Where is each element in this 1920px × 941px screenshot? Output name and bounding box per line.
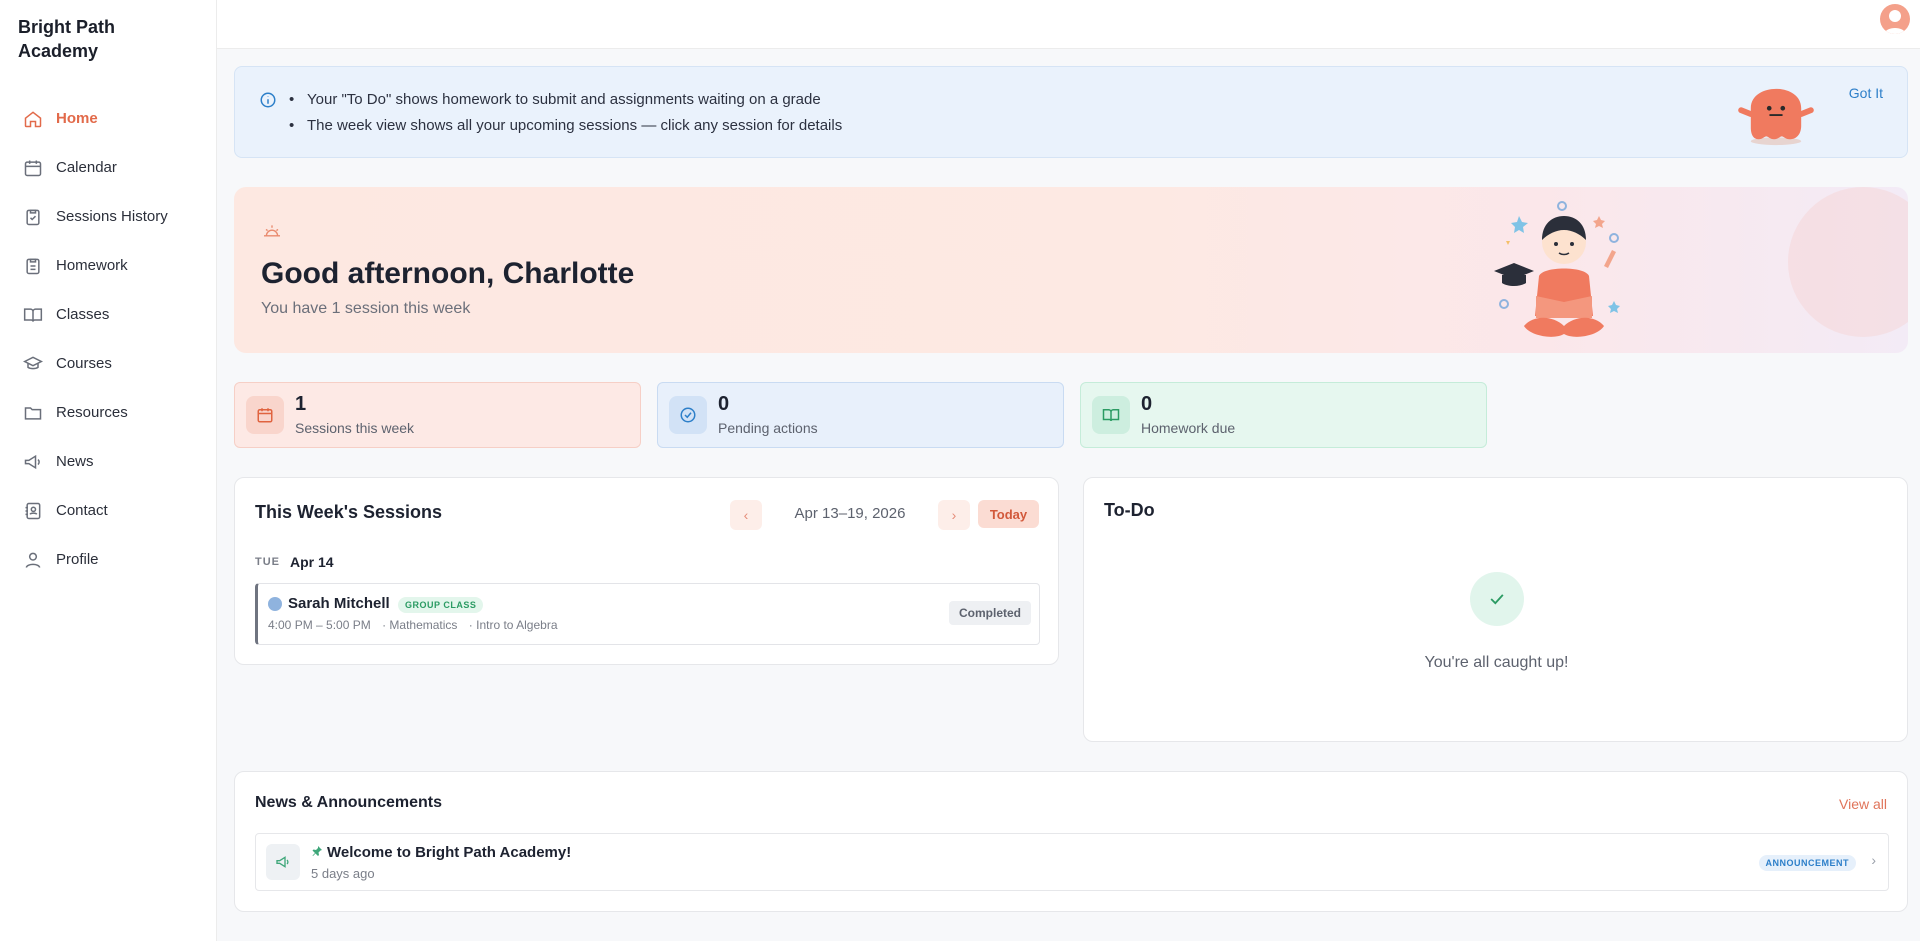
greeting-subtitle: You have 1 session this week [261, 300, 471, 317]
card-title: News & Announcements [255, 794, 442, 811]
got-it-button[interactable]: Got It [1849, 85, 1883, 101]
megaphone-icon [22, 451, 44, 473]
sidebar: Bright Path Academy Home Calendar Sessio… [0, 0, 217, 941]
stat-label: Homework due [1141, 420, 1236, 436]
day-header: TUE Apr 14 [255, 554, 334, 570]
hero-banner: Good afternoon, Charlotte You have 1 ses… [234, 187, 1908, 353]
info-list: Your "To Do" shows homework to submit an… [287, 87, 842, 139]
day-of-week: TUE [255, 556, 280, 568]
empty-state-text: You're all caught up! [1424, 654, 1569, 671]
mascot-illustration [1738, 88, 1814, 146]
previous-week-button[interactable]: ‹ [730, 500, 762, 530]
book-icon [1092, 396, 1130, 434]
greeting-title: Good afternoon, Charlotte [261, 257, 635, 290]
week-date-range: Apr 13–19, 2026 [794, 505, 906, 522]
sidebar-item-home[interactable]: Home [0, 94, 217, 143]
sidebar-item-resources[interactable]: Resources [0, 388, 217, 437]
folder-icon [22, 402, 44, 424]
sidebar-item-sessions-history[interactable]: Sessions History [0, 192, 217, 241]
this-weeks-sessions-card: This Week's Sessions ‹ Apr 13–19, 2026 ›… [234, 477, 1059, 665]
sidebar-item-label: Homework [56, 257, 128, 274]
stat-pending-actions: 0 Pending actions [657, 382, 1064, 448]
news-card: News & Announcements View all Welcome to… [234, 771, 1908, 912]
stat-value: 0 [1141, 393, 1153, 415]
view-all-link[interactable]: View all [1839, 796, 1887, 812]
sidebar-item-news[interactable]: News [0, 437, 217, 486]
megaphone-icon [266, 844, 300, 880]
top-bar [217, 0, 1920, 49]
sidebar-item-label: Contact [56, 502, 108, 519]
chevron-left-icon: ‹ [743, 507, 749, 523]
sidebar-item-label: Classes [56, 306, 110, 323]
sidebar-item-label: Home [56, 110, 98, 127]
check-circle-icon [669, 396, 707, 434]
session-time: 4:00 PM – 5:00 PM [268, 618, 371, 632]
info-bullet: The week view shows all your upcoming se… [287, 113, 842, 139]
graduation-cap-icon [22, 353, 44, 375]
info-banner: Your "To Do" shows homework to submit an… [234, 66, 1908, 158]
session-subject: · Mathematics [382, 618, 458, 632]
session-type-badge: GROUP CLASS [398, 597, 484, 613]
stat-label: Pending actions [718, 420, 818, 436]
home-icon [22, 108, 44, 130]
check-icon [1470, 572, 1524, 626]
clipboard-icon [22, 255, 44, 277]
sunrise-icon [262, 223, 282, 244]
user-icon [22, 549, 44, 571]
calendar-icon [22, 157, 44, 179]
sidebar-item-label: Resources [56, 404, 128, 421]
session-status-badge: Completed [948, 601, 1031, 625]
news-age: 5 days ago [311, 866, 375, 881]
sidebar-item-courses[interactable]: Courses [0, 339, 217, 388]
avatar[interactable] [1880, 4, 1910, 34]
sidebar-nav: Home Calendar Sessions History Homework … [0, 94, 217, 584]
sidebar-item-classes[interactable]: Classes [0, 290, 217, 339]
clipboard-check-icon [22, 206, 44, 228]
day-date: Apr 14 [290, 554, 334, 570]
news-title: Welcome to Bright Path Academy! [327, 844, 572, 861]
student-reading-illustration [1494, 201, 1620, 337]
stat-sessions-this-week: 1 Sessions this week [234, 382, 641, 448]
today-button[interactable]: Today [978, 500, 1039, 528]
decorative-circle [1788, 187, 1908, 337]
info-bullet: Your "To Do" shows homework to submit an… [287, 87, 842, 113]
card-title: This Week's Sessions [255, 502, 443, 522]
next-week-button[interactable]: › [938, 500, 970, 530]
session-topic: · Intro to Algebra [468, 618, 558, 632]
pin-icon [311, 845, 323, 860]
sidebar-item-contact[interactable]: Contact [0, 486, 217, 535]
contact-book-icon [22, 500, 44, 522]
sidebar-item-calendar[interactable]: Calendar [0, 143, 217, 192]
stat-label: Sessions this week [295, 420, 415, 436]
brand-name: Bright Path Academy [18, 17, 115, 61]
sidebar-item-label: Calendar [56, 159, 117, 176]
news-item[interactable]: Welcome to Bright Path Academy! 5 days a… [255, 833, 1889, 891]
sidebar-item-label: Profile [56, 551, 99, 568]
session-meta: 4:00 PM – 5:00 PM · Mathematics · Intro … [268, 618, 566, 632]
calendar-icon [246, 396, 284, 434]
info-icon [259, 91, 277, 114]
session-tutor: Sarah Mitchell [288, 595, 390, 612]
chevron-right-icon: › [1871, 852, 1876, 868]
sidebar-item-profile[interactable]: Profile [0, 535, 217, 584]
sidebar-item-homework[interactable]: Homework [0, 241, 217, 290]
book-open-icon [22, 304, 44, 326]
stat-value: 1 [295, 393, 307, 415]
announcement-badge: ANNOUNCEMENT [1758, 855, 1856, 871]
card-title: To-Do [1104, 500, 1155, 520]
stat-homework-due: 0 Homework due [1080, 382, 1487, 448]
sidebar-item-label: Sessions History [56, 208, 168, 225]
session-status-dot [268, 597, 282, 611]
sidebar-item-label: News [56, 453, 94, 470]
session-item[interactable]: Sarah Mitchell GROUP CLASS 4:00 PM – 5:0… [255, 583, 1040, 645]
stat-value: 0 [718, 393, 730, 415]
chevron-right-icon: › [951, 507, 957, 523]
todo-card: To-Do You're all caught up! [1083, 477, 1908, 742]
sidebar-item-label: Courses [56, 355, 112, 372]
